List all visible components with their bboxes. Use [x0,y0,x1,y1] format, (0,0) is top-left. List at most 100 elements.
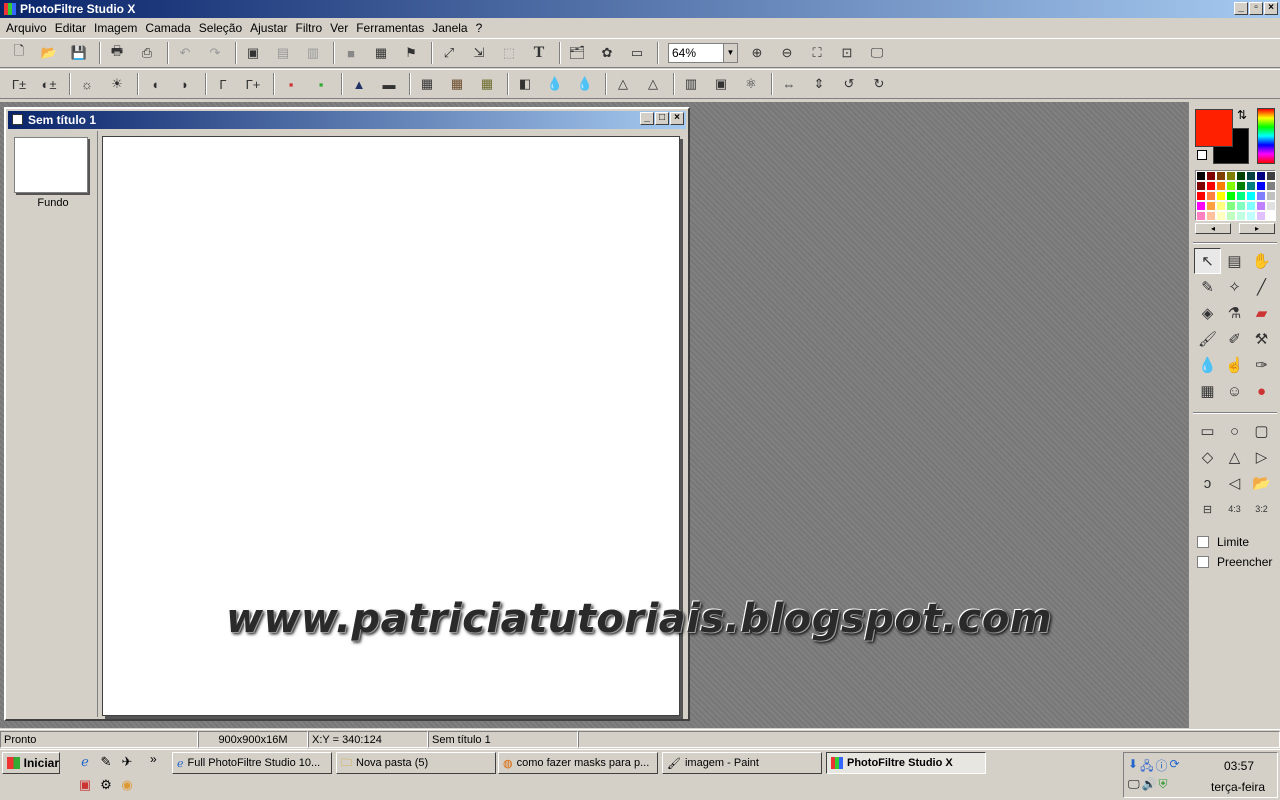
info-icon[interactable]: ⓘ [1155,757,1167,778]
clock-time[interactable]: 03:57 [1220,759,1258,773]
doc-minimize-button[interactable]: _ [640,112,654,125]
zoom-select[interactable]: 64% ▼ [668,43,738,63]
open-icon[interactable]: 📂 [36,40,62,66]
doc-maximize-button[interactable]: □ [655,112,669,125]
strawberry-tool-icon[interactable]: ● [1248,378,1275,404]
palette-next-button[interactable]: ▸ [1239,223,1275,234]
brush-tool-icon[interactable]: 🖌 [1194,326,1221,352]
pointer-tool-icon[interactable]: ↖ [1194,248,1221,274]
grayscale-icon[interactable]: ■ [338,40,364,66]
lasso-shape-icon[interactable]: ↄ [1194,470,1221,496]
palette-prev-button[interactable]: ◂ [1195,223,1231,234]
duplicate-icon[interactable]: ▤ [270,40,296,66]
update-icon[interactable]: ⟳ [1169,757,1179,778]
menu-janela[interactable]: Janela [428,21,471,35]
blur-icon[interactable]: 💧 [542,71,568,97]
text-icon[interactable]: T [526,40,552,66]
triangle-shape-icon[interactable]: △ [1221,444,1248,470]
menu-arquivo[interactable]: Arquivo [2,21,51,35]
brightness-plus-icon[interactable]: ☀ [104,71,130,97]
portrait-tool-icon[interactable]: ☺ [1221,378,1248,404]
new-icon[interactable]: 🗋 [6,40,32,66]
menu-ferramentas[interactable]: Ferramentas [352,21,428,35]
diamond-shape-icon[interactable]: ◇ [1194,444,1221,470]
flip-vertical-icon[interactable]: ⇕ [806,71,832,97]
fill-tool-icon[interactable]: ◈ [1194,300,1221,326]
ie-icon[interactable]: ℯ [76,753,94,771]
spray-tool-icon[interactable]: ⚗ [1221,300,1248,326]
eraser-tool-icon[interactable]: ▰ [1248,300,1275,326]
brightness-minus-icon[interactable]: ☼ [74,71,100,97]
advanced-brush-tool-icon[interactable]: ✐ [1221,326,1248,352]
rounded-rect-shape-icon[interactable]: ▢ [1248,418,1275,444]
network-icon[interactable]: 🖧 [1140,757,1153,778]
gamma-minus-icon[interactable]: Γ [210,71,236,97]
auto-levels-icon[interactable]: Γ± [6,71,32,97]
menu-help[interactable]: ? [472,21,487,35]
flip-horizontal-icon[interactable]: ⇔ [776,71,802,97]
limit-checkbox-box[interactable] [1197,536,1209,548]
select-rect-icon[interactable]: ⬚ [496,40,522,66]
saturation-plus-icon[interactable]: ▪ [308,71,334,97]
quick-launch-more-icon[interactable]: » [150,752,157,766]
stamp-tool-icon[interactable]: ⚒ [1248,326,1275,352]
limit-checkbox[interactable]: Limite [1197,535,1249,549]
explorer-icon[interactable]: 🗂 [564,40,590,66]
polygon-shape-icon[interactable]: ◁ [1221,470,1248,496]
canvas-size-icon[interactable]: ⇲ [466,40,492,66]
copy-image-icon[interactable]: ▥ [300,40,326,66]
fill-checkbox-box[interactable] [1197,556,1209,568]
security-icon[interactable]: ⛨ [1159,777,1168,792]
saturation-minus-icon[interactable]: ▪ [278,71,304,97]
print-icon[interactable]: 🖶 [104,40,130,66]
rectangle-shape-icon[interactable]: ▭ [1194,418,1221,444]
menu-filtro[interactable]: Filtro [292,21,327,35]
menu-ver[interactable]: Ver [326,21,352,35]
zoom-out-icon[interactable]: ⊖ [774,40,800,66]
menu-ajustar[interactable]: Ajustar [246,21,291,35]
sharpen-icon[interactable]: △ [610,71,636,97]
effect-icon[interactable]: ⚛ [738,71,764,97]
sharpen-more-icon[interactable]: △ [640,71,666,97]
app-icon-3[interactable]: ✈ [118,753,136,771]
close-button[interactable]: × [1264,2,1278,15]
ratio-43-icon[interactable]: 4:3 [1221,496,1248,522]
fill-checkbox[interactable]: Preencher [1197,555,1272,569]
auto-contrast-icon[interactable]: ◐± [36,71,62,97]
ratio-32-icon[interactable]: 3:2 [1248,496,1275,522]
grid-sepia-icon[interactable]: ▦ [444,71,470,97]
color-palette[interactable] [1195,170,1276,221]
plugin-icon[interactable]: ✿ [594,40,620,66]
download-icon[interactable]: ⬇ [1128,757,1138,778]
reset-colors-icon[interactable] [1197,150,1207,160]
monitor-icon[interactable]: 🖵 [1128,777,1140,792]
app-icon-5[interactable]: ⚙ [97,776,115,794]
blur-tool-icon[interactable]: 💧 [1194,352,1221,378]
foreground-color[interactable] [1195,109,1233,147]
menu-camada[interactable]: Camada [141,21,194,35]
ellipse-shape-icon[interactable]: ○ [1221,418,1248,444]
eyedropper-tool-icon[interactable]: ✎ [1194,274,1221,300]
rotate-right-icon[interactable]: ↻ [866,71,892,97]
right-triangle-shape-icon[interactable]: ▷ [1248,444,1275,470]
task-nova-pasta[interactable]: 🗀 Nova pasta (5) [336,752,496,774]
deform-tool-icon[interactable]: ▦ [1194,378,1221,404]
undo-icon[interactable]: ↶ [172,40,198,66]
window-icon[interactable]: ▭ [624,40,650,66]
hue-spectrum[interactable] [1257,108,1275,164]
image-size-icon[interactable]: ⤢ [436,40,462,66]
grid-dark-icon[interactable]: ▦ [414,71,440,97]
menu-selecao[interactable]: Seleção [195,21,246,35]
start-button[interactable]: Iniciar [2,752,60,774]
restore-button[interactable]: ▫ [1249,2,1263,15]
paste-image-icon[interactable]: ▣ [240,40,266,66]
gradient-icon[interactable]: ▥ [678,71,704,97]
menu-editar[interactable]: Editar [51,21,90,35]
selection-tool-icon[interactable]: ▤ [1221,248,1248,274]
save-icon[interactable]: 💾 [66,40,92,66]
app-icon-2[interactable]: ✎ [97,753,115,771]
fullscreen-icon[interactable]: 🖵 [864,40,890,66]
rotate-left-icon[interactable]: ↺ [836,71,862,97]
run-icon[interactable]: ⚑ [398,40,424,66]
contrast-plus-icon[interactable]: ◗ [172,71,198,97]
